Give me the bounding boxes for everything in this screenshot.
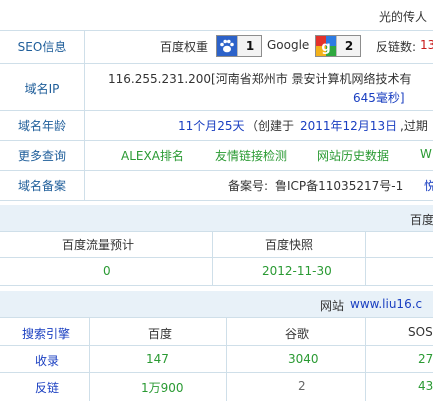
- link-alexa-rank[interactable]: ALEXA排名: [121, 147, 184, 164]
- created-suffix: ,过期: [400, 119, 428, 133]
- google-pr-value: 2: [336, 36, 361, 56]
- baidu-weight-label: 百度权重: [160, 40, 209, 54]
- indexed-sos-value[interactable]: 27: [418, 352, 433, 366]
- link-site-history[interactable]: 网站历史数据: [317, 147, 389, 164]
- icp-tail[interactable]: 悦: [424, 177, 433, 194]
- page-title: 光的传人: [378, 10, 427, 24]
- baidu-weight-value: 1: [237, 36, 262, 56]
- created-date: 2011年12月13日: [300, 119, 398, 133]
- row-label-more: 更多查询: [17, 149, 66, 163]
- paw-icon: [217, 36, 237, 56]
- backlink-baidu-value[interactable]: 1万900: [141, 379, 184, 396]
- row-label-age: 域名年龄: [17, 119, 66, 133]
- backlinks-value[interactable]: 13: [420, 38, 433, 52]
- svg-text:g: g: [321, 40, 330, 55]
- row-label-ip: 域名IP: [24, 82, 60, 96]
- google-label: Google: [267, 38, 310, 52]
- link-friend-link-check[interactable]: 友情链接检测: [215, 147, 287, 164]
- backlink-google-value: 2: [298, 379, 306, 393]
- baidu-weight-badge[interactable]: 1: [216, 35, 262, 57]
- baidu-section-title: 百度: [410, 213, 433, 227]
- site-section-title: 网站: [320, 299, 345, 313]
- site-url-link[interactable]: www.liu16.c: [350, 297, 422, 311]
- icp-number: 鲁ICP备11035217号-1: [275, 179, 404, 193]
- baidu-traffic-header: 百度流量预计: [62, 238, 135, 252]
- ip-address-text: 116.255.231.200[河南省郑州市 景安计算机网络技术有: [108, 72, 412, 86]
- created-prefix: （创建于: [246, 119, 295, 133]
- indexed-google-value[interactable]: 3040: [288, 352, 319, 366]
- baidu-traffic-value: 0: [103, 264, 111, 278]
- google-col-header: 谷歌: [285, 327, 310, 341]
- backlink-row-label: 反链: [35, 381, 60, 395]
- backlinks-label: 反链数:: [376, 40, 417, 54]
- backlink-sos-value[interactable]: 43: [418, 379, 433, 393]
- domain-age-value: 11个月25天: [178, 119, 245, 133]
- baidu-snapshot-date[interactable]: 2012-11-30: [262, 264, 332, 278]
- link-more-w[interactable]: W: [420, 147, 432, 161]
- baidu-section-header: [0, 205, 433, 231]
- baidu-snapshot-header: 百度快照: [265, 238, 314, 252]
- sos-col-header: SOS: [408, 325, 433, 339]
- engine-col-header: 搜索引擎: [22, 327, 71, 341]
- icp-prefix: 备案号:: [228, 179, 269, 193]
- row-label-seo: SEO信息: [17, 40, 67, 54]
- indexed-row-label: 收录: [35, 354, 60, 368]
- row-label-icp: 域名备案: [17, 179, 66, 193]
- baidu-col-header: 百度: [148, 327, 173, 341]
- indexed-baidu-value[interactable]: 147: [146, 352, 169, 366]
- google-g-icon: g: [316, 36, 336, 56]
- google-pr-badge[interactable]: g 2: [315, 35, 361, 57]
- ip-response-time: 645毫秒]: [353, 91, 405, 105]
